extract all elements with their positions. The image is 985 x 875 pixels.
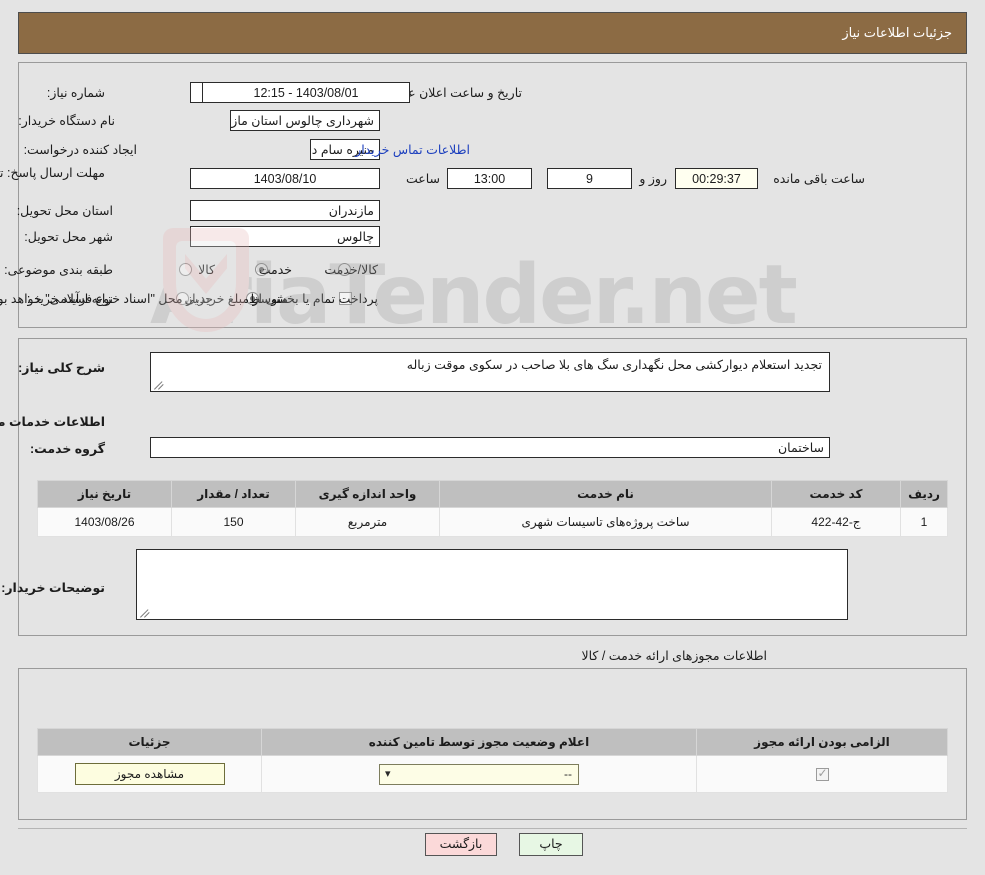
col-row: ردیف	[900, 480, 948, 508]
deadline-time-value: 13:00	[447, 168, 532, 189]
province-label: استان محل تحویل:	[16, 204, 113, 218]
print-button[interactable]: چاپ	[519, 833, 583, 856]
category-label: طبقه بندی موضوعی:	[4, 263, 113, 277]
cell-permit-required	[696, 755, 948, 793]
cell-date: 1403/08/26	[37, 507, 172, 537]
remaining-days-value: 9	[547, 168, 632, 189]
category-option-kala-label: کالا	[198, 263, 215, 277]
buyer-notes-textarea[interactable]	[136, 549, 848, 620]
need-summary-panel	[18, 62, 967, 328]
col-permit-details: جزئیات	[37, 728, 262, 756]
permit-status-value: --	[564, 766, 572, 781]
cell-row: 1	[900, 507, 948, 537]
page-title: جزئیات اطلاعات نیاز	[842, 25, 952, 40]
general-desc-label: شرح کلی نیاز:	[18, 361, 105, 375]
col-qty: تعداد / مقدار	[171, 480, 296, 508]
col-unit: واحد اندازه گیری	[295, 480, 440, 508]
countdown-label: ساعت باقی مانده	[773, 172, 865, 186]
province-value: مازندران	[190, 200, 380, 221]
service-group-label: گروه خدمت:	[29, 442, 105, 456]
public-announce-value: 1403/08/01 - 12:15	[202, 82, 410, 103]
cell-code: ج-42-422	[771, 507, 901, 537]
remaining-days-label: روز و	[639, 172, 667, 186]
table-row: ▾ -- مشاهده مجوز	[37, 755, 948, 793]
buyer-notes-label: توضیحات خریدار:	[1, 581, 105, 595]
buyer-contact-link[interactable]: اطلاعات تماس خریدار	[355, 142, 470, 157]
services-table: ردیف کد خدمت نام خدمت واحد اندازه گیری ت…	[37, 480, 948, 537]
permits-table-header-row: الزامی بودن ارائه مجوز اعلام وضعیت مجوز …	[37, 728, 948, 756]
category-radio-kala[interactable]	[179, 263, 192, 276]
resize-grip-icon	[153, 378, 165, 390]
general-desc-text: تجدید استعلام دیوارکشی محل نگهداری سگ ها…	[406, 358, 822, 372]
col-permit-required: الزامی بودن ارائه مجوز	[696, 728, 948, 756]
requester-label: ایجاد کننده درخواست:	[23, 143, 137, 157]
permit-required-checkbox	[815, 766, 829, 781]
col-permit-status: اعلام وضعیت مجوز توسط تامین کننده	[261, 728, 697, 756]
col-date: تاریخ نیاز	[37, 480, 172, 508]
category-option-khedmat-label: خدمت	[258, 263, 292, 277]
col-name: نام خدمت	[439, 480, 772, 508]
table-row: 1 ج-42-422 ساخت پروژه‌های تاسیسات شهری م…	[37, 507, 948, 537]
permit-status-select[interactable]: ▾ --	[379, 763, 579, 785]
city-label: شهر محل تحویل:	[24, 230, 113, 244]
category-option-kala-khedmat-label: کالا/خدمت	[324, 263, 378, 277]
countdown-value: 00:29:37	[675, 168, 758, 189]
cell-qty: 150	[171, 507, 296, 537]
cell-name: ساخت پروژه‌های تاسیسات شهری	[439, 507, 772, 537]
service-group-value: ساختمان	[150, 437, 830, 458]
page-title-bar: جزئیات اطلاعات نیاز	[18, 12, 967, 54]
buyer-org-label: نام دستگاه خریدار:	[18, 114, 115, 128]
services-info-title: اطلاعات خدمات مورد نیاز	[0, 415, 105, 429]
chevron-down-icon: ▾	[385, 767, 391, 780]
cell-unit: مترمربع	[295, 507, 440, 537]
back-button[interactable]: بازگشت	[425, 833, 497, 856]
services-table-header-row: ردیف کد خدمت نام خدمت واحد اندازه گیری ت…	[37, 480, 948, 508]
footer-divider	[18, 828, 967, 829]
deadline-label: مهلت ارسال پاسخ: تا تاریخ:	[0, 166, 105, 180]
resize-grip-icon	[139, 606, 151, 618]
deadline-date-value: 1403/08/10	[190, 168, 380, 189]
buyer-org-value: شهرداری چالوس استان مازندران	[230, 110, 380, 131]
general-desc-value: تجدید استعلام دیوارکشی محل نگهداری سگ ها…	[150, 352, 830, 392]
deadline-time-label: ساعت	[405, 172, 440, 186]
need-number-label: شماره نیاز:	[46, 86, 105, 100]
cell-permit-status: ▾ --	[261, 755, 697, 793]
treasury-docs-label: پرداخت تمام یا بخشی از مبلغ خرید،از محل …	[0, 292, 378, 306]
permits-section-title: اطلاعات مجوزهای ارائه خدمت / کالا	[581, 649, 767, 663]
view-permit-button[interactable]: مشاهده مجوز	[74, 763, 225, 785]
city-value: چالوس	[190, 226, 380, 247]
cell-permit-details: مشاهده مجوز	[37, 755, 262, 793]
col-code: کد خدمت	[771, 480, 901, 508]
permits-table: الزامی بودن ارائه مجوز اعلام وضعیت مجوز …	[37, 728, 948, 793]
page-root: AriaTender.net جزئیات اطلاعات نیاز شماره…	[0, 0, 985, 875]
